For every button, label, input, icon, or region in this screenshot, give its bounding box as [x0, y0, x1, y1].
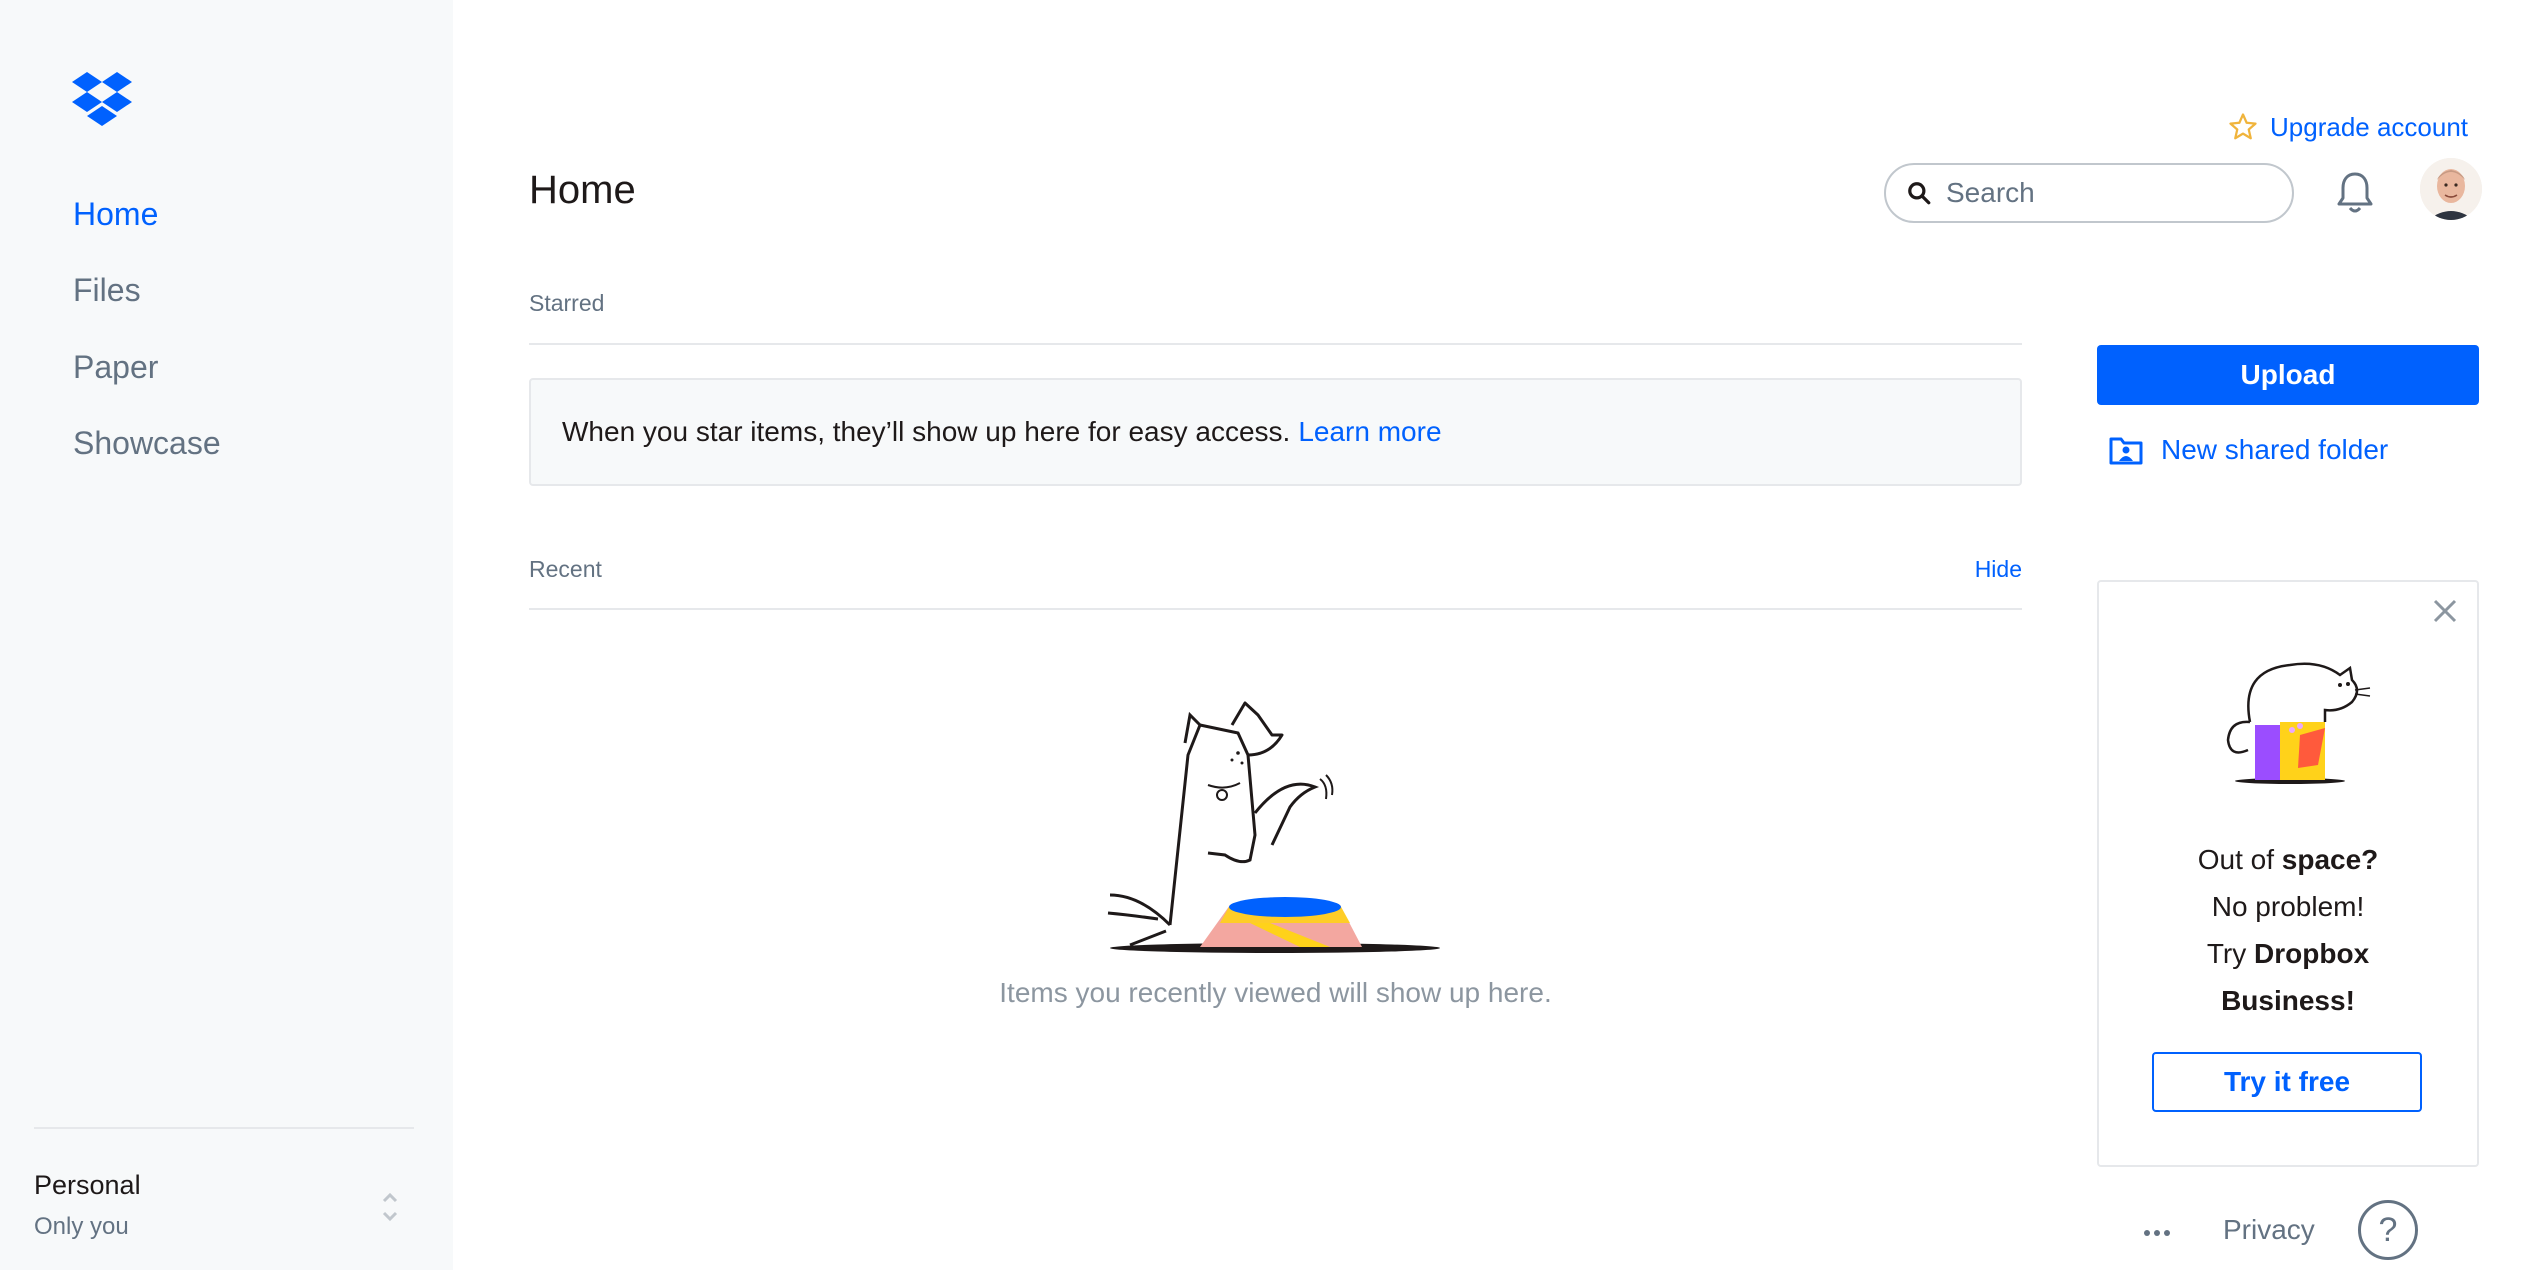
user-avatar[interactable] — [2420, 158, 2482, 220]
account-switcher-icon[interactable] — [378, 1185, 402, 1229]
upgrade-account-label: Upgrade account — [2270, 111, 2469, 142]
dropbox-logo-icon[interactable] — [71, 72, 133, 128]
starred-section-label: Starred — [529, 290, 605, 316]
sidebar-divider — [34, 1127, 414, 1129]
upgrade-account-link[interactable]: Upgrade account — [2228, 110, 2468, 144]
help-button[interactable]: ? — [2358, 1200, 2418, 1260]
sidebar-item-home[interactable]: Home — [73, 196, 158, 233]
account-name[interactable]: Personal — [34, 1170, 141, 1201]
dog-illustration — [1107, 701, 1440, 953]
notifications-bell-icon[interactable] — [2335, 170, 2375, 216]
page-title: Home — [529, 168, 636, 212]
new-shared-folder-label: New shared folder — [2161, 434, 2389, 465]
hide-recent-link[interactable]: Hide — [1975, 556, 2022, 583]
cat-on-box-illustration — [2226, 662, 2371, 784]
starred-divider — [529, 343, 2022, 345]
promo-line2: No problem! — [2211, 891, 2365, 922]
star-icon — [2229, 113, 2257, 140]
recent-divider — [529, 608, 2022, 610]
try-it-free-button[interactable]: Try it free — [2152, 1052, 2422, 1112]
recent-section-label: Recent — [529, 556, 602, 582]
promo-line3-b: Dropbox — [2254, 938, 2370, 969]
learn-more-link[interactable]: Learn more — [1298, 416, 1441, 448]
privacy-link[interactable]: Privacy — [2223, 1214, 2315, 1246]
avatar-image — [2420, 158, 2482, 220]
sidebar-item-paper[interactable]: Paper — [73, 349, 158, 386]
sidebar-item-files[interactable]: Files — [73, 272, 141, 309]
sidebar: Home Files Paper Showcase Personal Only … — [0, 0, 453, 1270]
close-icon[interactable] — [2430, 596, 2460, 626]
shared-folder-icon — [2109, 437, 2143, 465]
search-input[interactable] — [1946, 177, 2266, 209]
promo-line4: Business! — [2221, 985, 2355, 1016]
promo-message: Out of space? No problem! Try Dropbox Bu… — [2097, 836, 2479, 1024]
starred-empty-message: When you star items, they’ll show up her… — [529, 378, 2022, 486]
search-icon — [1908, 182, 1931, 205]
new-shared-folder-link[interactable]: New shared folder — [2109, 434, 2388, 466]
promo-line1-b: space? — [2281, 844, 2379, 875]
promo-line1-a: Out of — [2197, 844, 2282, 875]
sidebar-item-showcase[interactable]: Showcase — [73, 425, 221, 462]
promo-line3-a: Try — [2206, 938, 2255, 969]
upload-button[interactable]: Upload — [2097, 345, 2479, 405]
recent-empty-message: Items you recently viewed will show up h… — [999, 977, 1552, 1008]
starred-message-text: When you star items, they’ll show up her… — [562, 416, 1291, 447]
search-box[interactable] — [1884, 163, 2294, 223]
account-subtitle: Only you — [34, 1213, 129, 1240]
more-options-icon[interactable] — [2142, 1226, 2172, 1240]
